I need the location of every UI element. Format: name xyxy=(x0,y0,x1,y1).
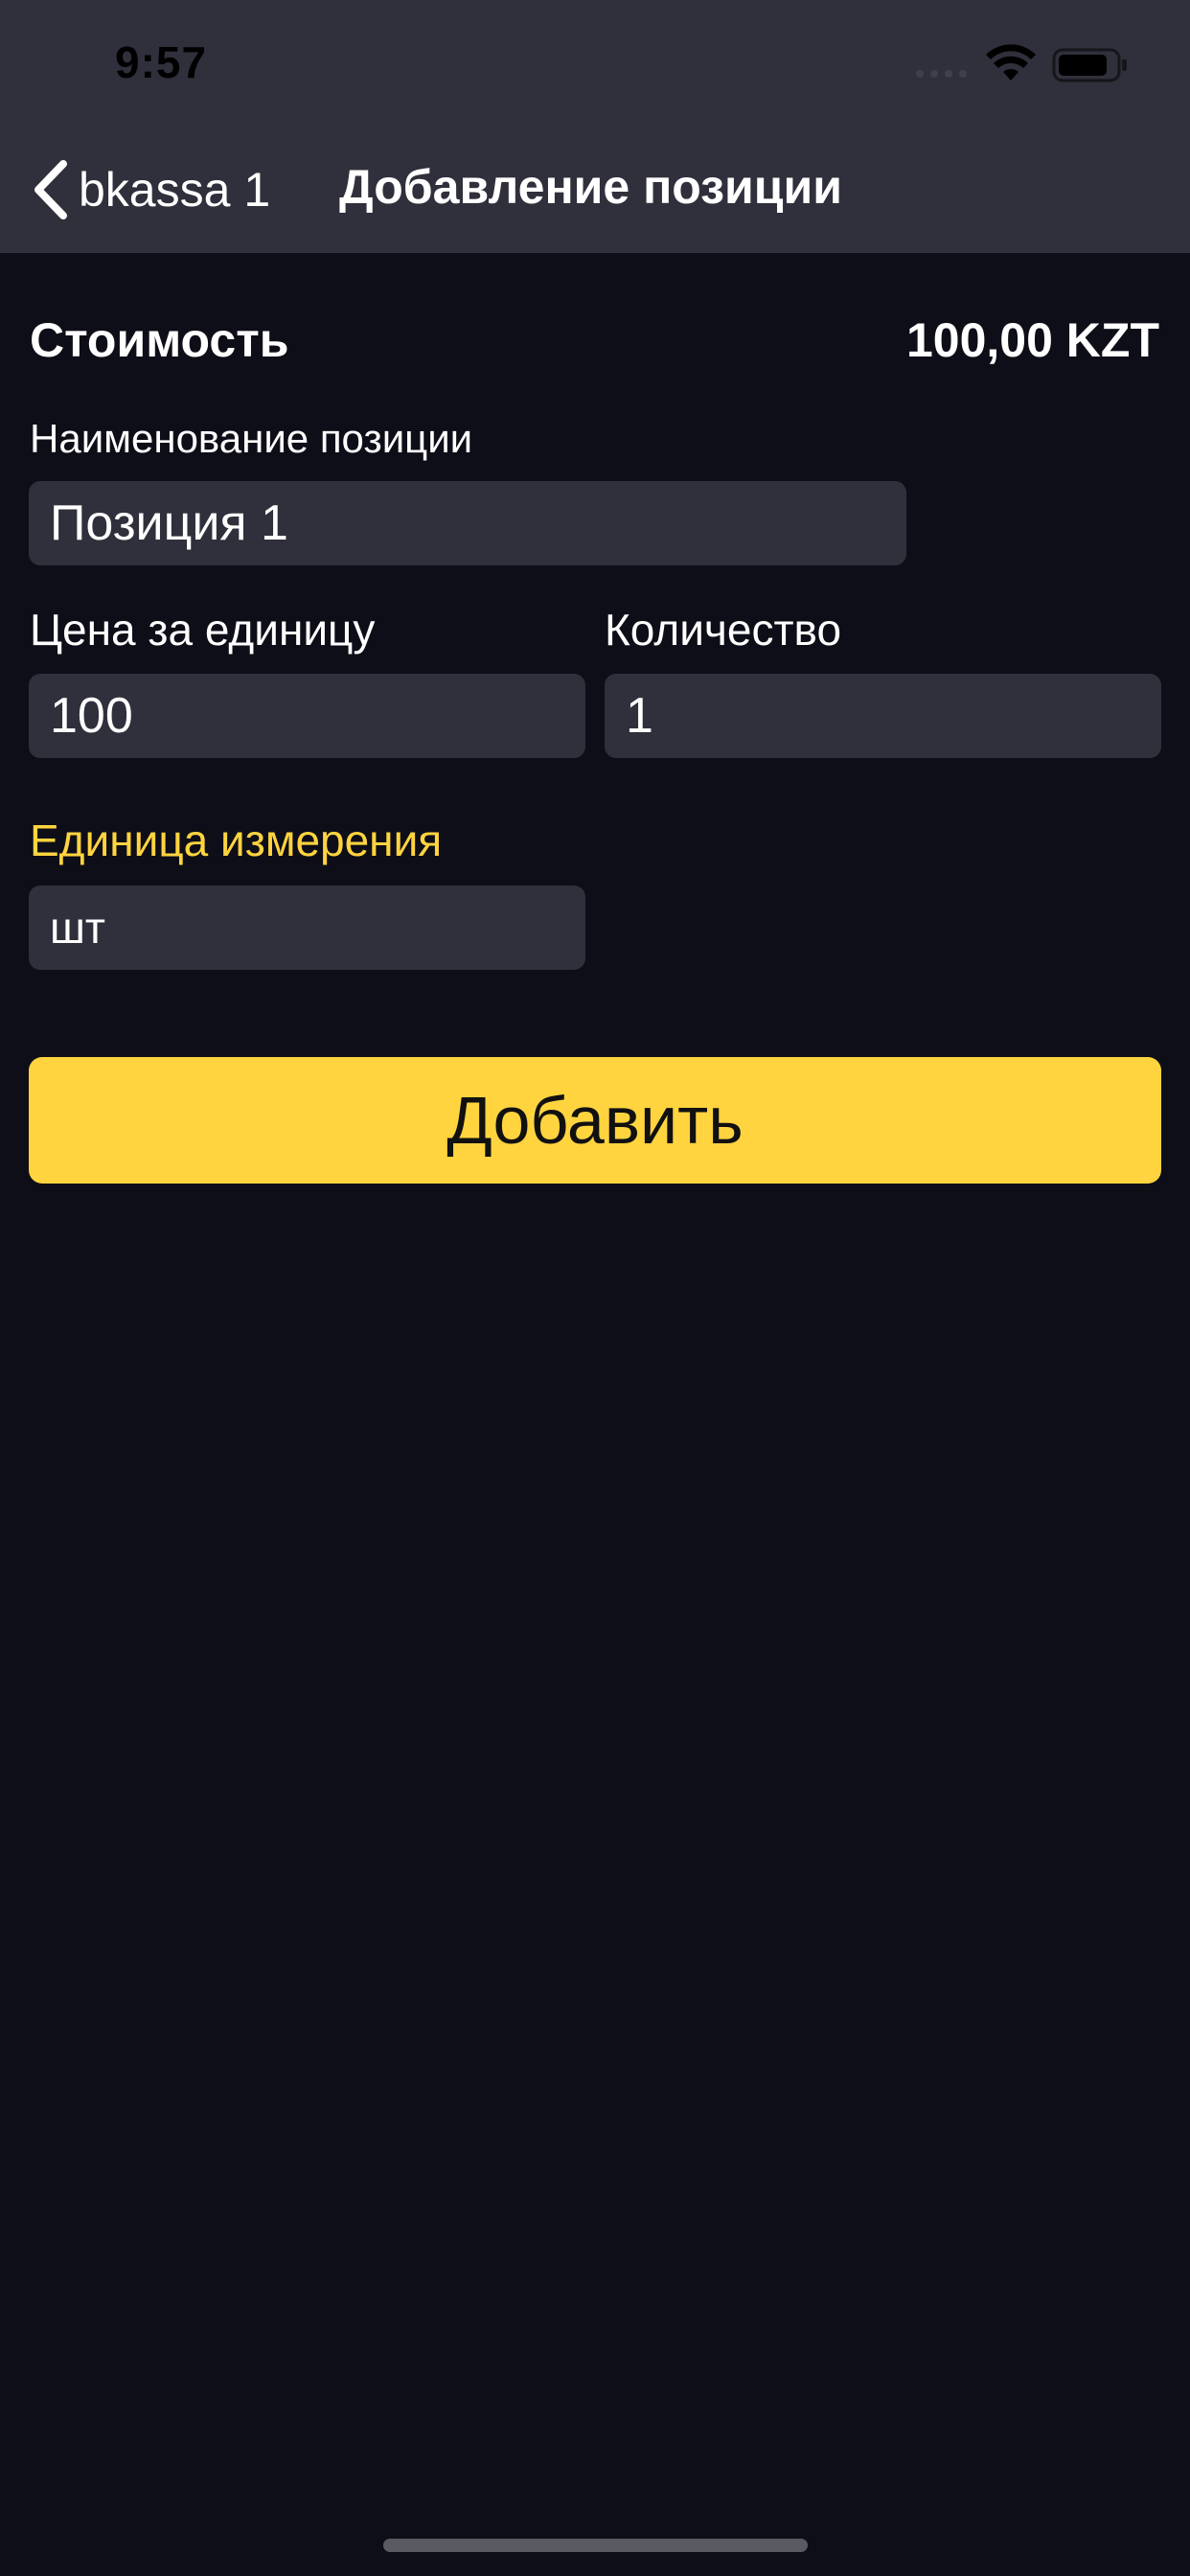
quantity-field[interactable] xyxy=(605,674,1161,758)
signal-icon xyxy=(916,70,967,78)
item-name-input[interactable] xyxy=(50,494,906,552)
item-name-field[interactable] xyxy=(29,481,906,565)
unit-price-input[interactable] xyxy=(50,687,585,745)
unit-of-measure-value: шт xyxy=(50,903,105,953)
screen: 9:57 bkassa 1 Добавление позиции Стоимос… xyxy=(0,0,1190,2576)
back-button[interactable]: bkassa 1 xyxy=(29,153,270,226)
cost-value: 100,00 KZT xyxy=(905,313,1159,367)
status-time: 9:57 xyxy=(115,37,208,87)
unit-of-measure-label: Единица измерения xyxy=(30,816,443,865)
quantity-label: Количество xyxy=(605,605,842,655)
chevron-left-icon xyxy=(34,160,67,219)
unit-of-measure-field[interactable]: шт xyxy=(29,886,585,970)
add-button[interactable]: Добавить xyxy=(29,1057,1161,1184)
quantity-input[interactable] xyxy=(626,687,1161,745)
home-indicator[interactable] xyxy=(383,2539,808,2552)
battery-icon xyxy=(1052,48,1127,82)
cost-label: Стоимость xyxy=(30,313,289,367)
unit-price-field[interactable] xyxy=(29,674,585,758)
wifi-icon xyxy=(986,44,1036,80)
unit-price-label: Цена за единицу xyxy=(30,605,376,655)
page-title: Добавление позиции xyxy=(339,160,842,214)
item-name-label: Наименование позиции xyxy=(30,416,473,461)
back-label: bkassa 1 xyxy=(79,163,271,217)
header: 9:57 bkassa 1 Добавление позиции xyxy=(0,0,1190,253)
